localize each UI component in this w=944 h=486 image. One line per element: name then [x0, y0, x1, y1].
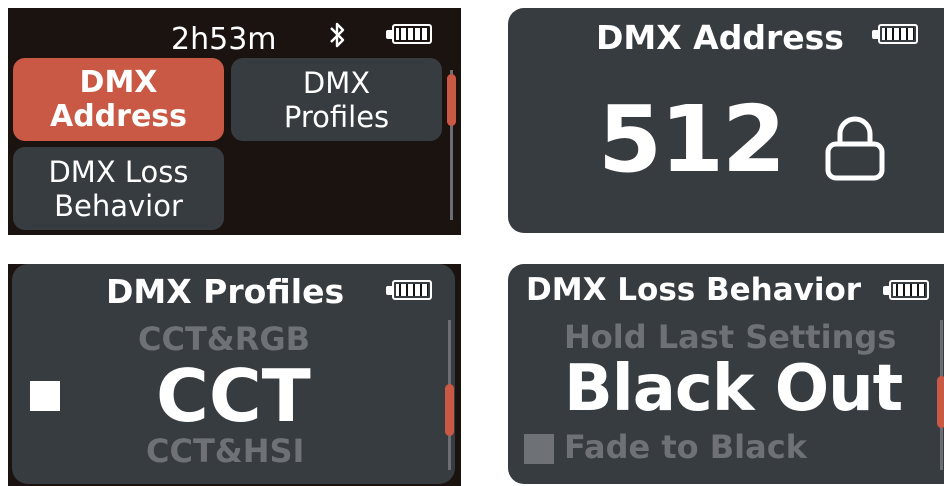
lock-icon[interactable] [820, 112, 890, 182]
scrollbar-thumb[interactable] [445, 384, 454, 436]
scrollbar-thumb[interactable] [447, 74, 456, 126]
battery-time: 2h53m [171, 22, 277, 57]
battery-icon [386, 24, 436, 46]
tile-label-line2: Address [49, 98, 188, 134]
option-next[interactable]: Fade to Black [564, 428, 807, 466]
tile-dmx-loss-behavior[interactable]: DMX Loss Behavior [13, 147, 224, 230]
tile-label-line2: Profiles [283, 99, 390, 134]
profiles-screen: DMX Profiles CCT&RGB CCT CCT&HSI [8, 264, 461, 486]
option-current[interactable]: Black Out [564, 352, 903, 426]
selected-marker [30, 381, 60, 411]
menu-screen: 2h53m DMX Address DMX Profiles DMX Loss … [8, 8, 461, 235]
bluetooth-icon [326, 20, 348, 50]
option-current[interactable]: CCT [156, 354, 311, 438]
option-next-marker [524, 434, 554, 464]
address-screen: DMX Address 512 [500, 8, 944, 235]
battery-icon [872, 24, 922, 46]
option-next[interactable]: CCT&HSI [146, 432, 304, 470]
screen-title: DMX Profiles [106, 272, 345, 311]
tile-label-line1: DMX Loss [48, 154, 189, 189]
screen-title: DMX Loss Behavior [526, 272, 862, 308]
battery-icon [386, 280, 436, 302]
battery-icon [883, 280, 933, 302]
tile-label-line1: DMX [302, 65, 371, 100]
scrollbar-thumb[interactable] [937, 376, 944, 428]
tile-label-line2: Behavior [54, 188, 183, 223]
tile-dmx-profiles[interactable]: DMX Profiles [231, 58, 442, 141]
option-previous[interactable]: Hold Last Settings [564, 318, 896, 356]
address-value[interactable]: 512 [598, 86, 786, 193]
screen-title: DMX Address [596, 18, 844, 57]
option-previous[interactable]: CCT&RGB [138, 320, 310, 358]
tile-dmx-address[interactable]: DMX Address [13, 58, 224, 141]
tile-label-line1: DMX [79, 64, 158, 100]
loss-behavior-screen: DMX Loss Behavior Hold Last Settings Bla… [500, 264, 944, 486]
